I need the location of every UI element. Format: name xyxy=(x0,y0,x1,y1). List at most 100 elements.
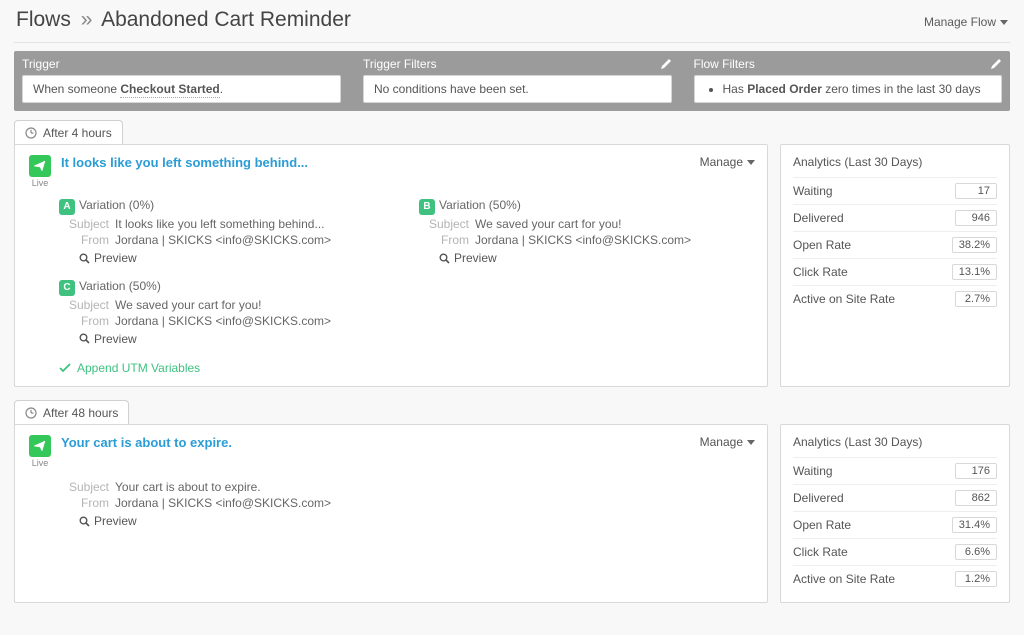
variations-container: SubjectYour cart is about to expire. Fro… xyxy=(59,478,755,542)
analytics-row: Waiting 17 xyxy=(793,177,997,204)
delay-label: After 48 hours xyxy=(43,406,118,420)
analytics-value: 13.1% xyxy=(952,264,997,280)
flow-step: After 48 hours Live Your cart is about t… xyxy=(14,399,1010,603)
manage-email-dropdown[interactable]: Manage xyxy=(700,155,755,169)
flow-filters-label: Flow Filters xyxy=(694,57,755,71)
from-value: Jordana | SKICKS <info@SKICKS.com> xyxy=(475,233,691,247)
live-badge: Live xyxy=(27,435,53,468)
trigger-bar: Trigger When someone Checkout Started. T… xyxy=(14,51,1010,111)
trigger-filters-box[interactable]: No conditions have been set. xyxy=(363,75,672,103)
pencil-icon[interactable] xyxy=(660,58,672,70)
analytics-row: Active on Site Rate 1.2% xyxy=(793,565,997,592)
paper-plane-icon xyxy=(29,435,51,457)
live-badge: Live xyxy=(27,155,53,188)
analytics-value: 31.4% xyxy=(952,517,997,533)
variation-badge: C xyxy=(59,280,75,296)
subject-value: We saved your cart for you! xyxy=(475,217,622,231)
breadcrumb: Flows » Abandoned Cart Reminder xyxy=(16,8,351,32)
trigger-event: Checkout Started xyxy=(120,82,219,98)
analytics-row: Click Rate 6.6% xyxy=(793,538,997,565)
analytics-label: Delivered xyxy=(793,211,844,225)
caret-down-icon xyxy=(747,440,755,445)
subject-label: Subject xyxy=(419,217,469,231)
variation-header: CVariation (50%) xyxy=(59,279,389,296)
manage-email-dropdown[interactable]: Manage xyxy=(700,435,755,449)
caret-down-icon xyxy=(1000,20,1008,25)
page-header: Flows » Abandoned Cart Reminder Manage F… xyxy=(14,8,1010,43)
preview-link[interactable]: Preview xyxy=(79,251,137,265)
subject-label: Subject xyxy=(59,298,109,312)
analytics-row: Waiting 176 xyxy=(793,457,997,484)
search-icon xyxy=(79,333,90,344)
pencil-icon[interactable] xyxy=(990,58,1002,70)
analytics-label: Active on Site Rate xyxy=(793,572,895,586)
trigger-filters-text: No conditions have been set. xyxy=(374,82,529,96)
analytics-title: Analytics (Last 30 Days) xyxy=(793,435,997,449)
variation-badge: B xyxy=(419,199,435,215)
analytics-value: 2.7% xyxy=(955,291,997,307)
subject-label: Subject xyxy=(59,480,109,494)
preview-link[interactable]: Preview xyxy=(439,251,497,265)
preview-link[interactable]: Preview xyxy=(79,514,137,528)
trigger-label: Trigger xyxy=(22,57,60,71)
delay-tab[interactable]: After 4 hours xyxy=(14,120,123,145)
append-utm: Append UTM Variables xyxy=(59,361,200,375)
variation: SubjectYour cart is about to expire. Fro… xyxy=(59,478,389,530)
analytics-value: 946 xyxy=(955,210,997,226)
from-value: Jordana | SKICKS <info@SKICKS.com> xyxy=(115,496,331,510)
analytics-value: 862 xyxy=(955,490,997,506)
check-icon xyxy=(59,363,71,373)
analytics-value: 1.2% xyxy=(955,571,997,587)
delay-label: After 4 hours xyxy=(43,126,112,140)
email-title-link[interactable]: Your cart is about to expire. xyxy=(61,435,232,450)
variations-container: AVariation (0%) SubjectIt looks like you… xyxy=(59,198,755,359)
subject-value: It looks like you left something behind.… xyxy=(115,217,324,231)
flow-filters-box[interactable]: Has Placed Order zero times in the last … xyxy=(694,75,1003,103)
analytics-label: Waiting xyxy=(793,464,833,478)
caret-down-icon xyxy=(747,160,755,165)
trigger-filters-label: Trigger Filters xyxy=(363,57,437,71)
analytics-value: 176 xyxy=(955,463,997,479)
from-label: From xyxy=(59,233,109,247)
trigger-box[interactable]: When someone Checkout Started. xyxy=(22,75,341,103)
analytics-row: Delivered 946 xyxy=(793,204,997,231)
analytics-card: Analytics (Last 30 Days) Waiting 176 Deliv… xyxy=(780,424,1010,603)
from-label: From xyxy=(59,314,109,328)
analytics-label: Waiting xyxy=(793,184,833,198)
paper-plane-icon xyxy=(29,155,51,177)
manage-flow-label: Manage Flow xyxy=(924,15,996,29)
email-card: Live It looks like you left something be… xyxy=(14,144,768,387)
analytics-label: Click Rate xyxy=(793,545,848,559)
subject-value: We saved your cart for you! xyxy=(115,298,262,312)
flow-filters-prefix: Has xyxy=(723,82,748,96)
analytics-label: Open Rate xyxy=(793,518,851,532)
analytics-row: Open Rate 31.4% xyxy=(793,511,997,538)
email-title-link[interactable]: It looks like you left something behind.… xyxy=(61,155,308,170)
analytics-label: Click Rate xyxy=(793,265,848,279)
variation-header: BVariation (50%) xyxy=(419,198,749,215)
trigger-suffix: . xyxy=(220,82,223,96)
search-icon xyxy=(439,253,450,264)
search-icon xyxy=(79,253,90,264)
analytics-value: 38.2% xyxy=(952,237,997,253)
delay-tab[interactable]: After 48 hours xyxy=(14,400,129,425)
analytics-label: Delivered xyxy=(793,491,844,505)
flow-filters-column: Flow Filters Has Placed Order zero times… xyxy=(686,51,1011,111)
subject-value: Your cart is about to expire. xyxy=(115,480,261,494)
preview-link[interactable]: Preview xyxy=(79,332,137,346)
analytics-card: Analytics (Last 30 Days) Waiting17Delive… xyxy=(780,144,1010,387)
subject-label: Subject xyxy=(59,217,109,231)
flow-step: After 4 hours Live It looks like you lef… xyxy=(14,119,1010,387)
variation: BVariation (50%) Subject We saved your ca… xyxy=(419,198,749,267)
analytics-value: 17 xyxy=(955,183,997,199)
manage-flow-dropdown[interactable]: Manage Flow xyxy=(924,15,1008,29)
clock-icon xyxy=(25,127,37,139)
breadcrumb-root[interactable]: Flows xyxy=(16,8,71,31)
trigger-prefix: When someone xyxy=(33,82,120,96)
analytics-label: Active on Site Rate xyxy=(793,292,895,306)
from-label: From xyxy=(419,233,469,247)
analytics-value: 6.6% xyxy=(955,544,997,560)
variation: AVariation (0%) SubjectIt looks like you… xyxy=(59,198,389,267)
trigger-filters-column: Trigger Filters No conditions have been … xyxy=(355,51,680,111)
trigger-column: Trigger When someone Checkout Started. xyxy=(14,51,349,111)
